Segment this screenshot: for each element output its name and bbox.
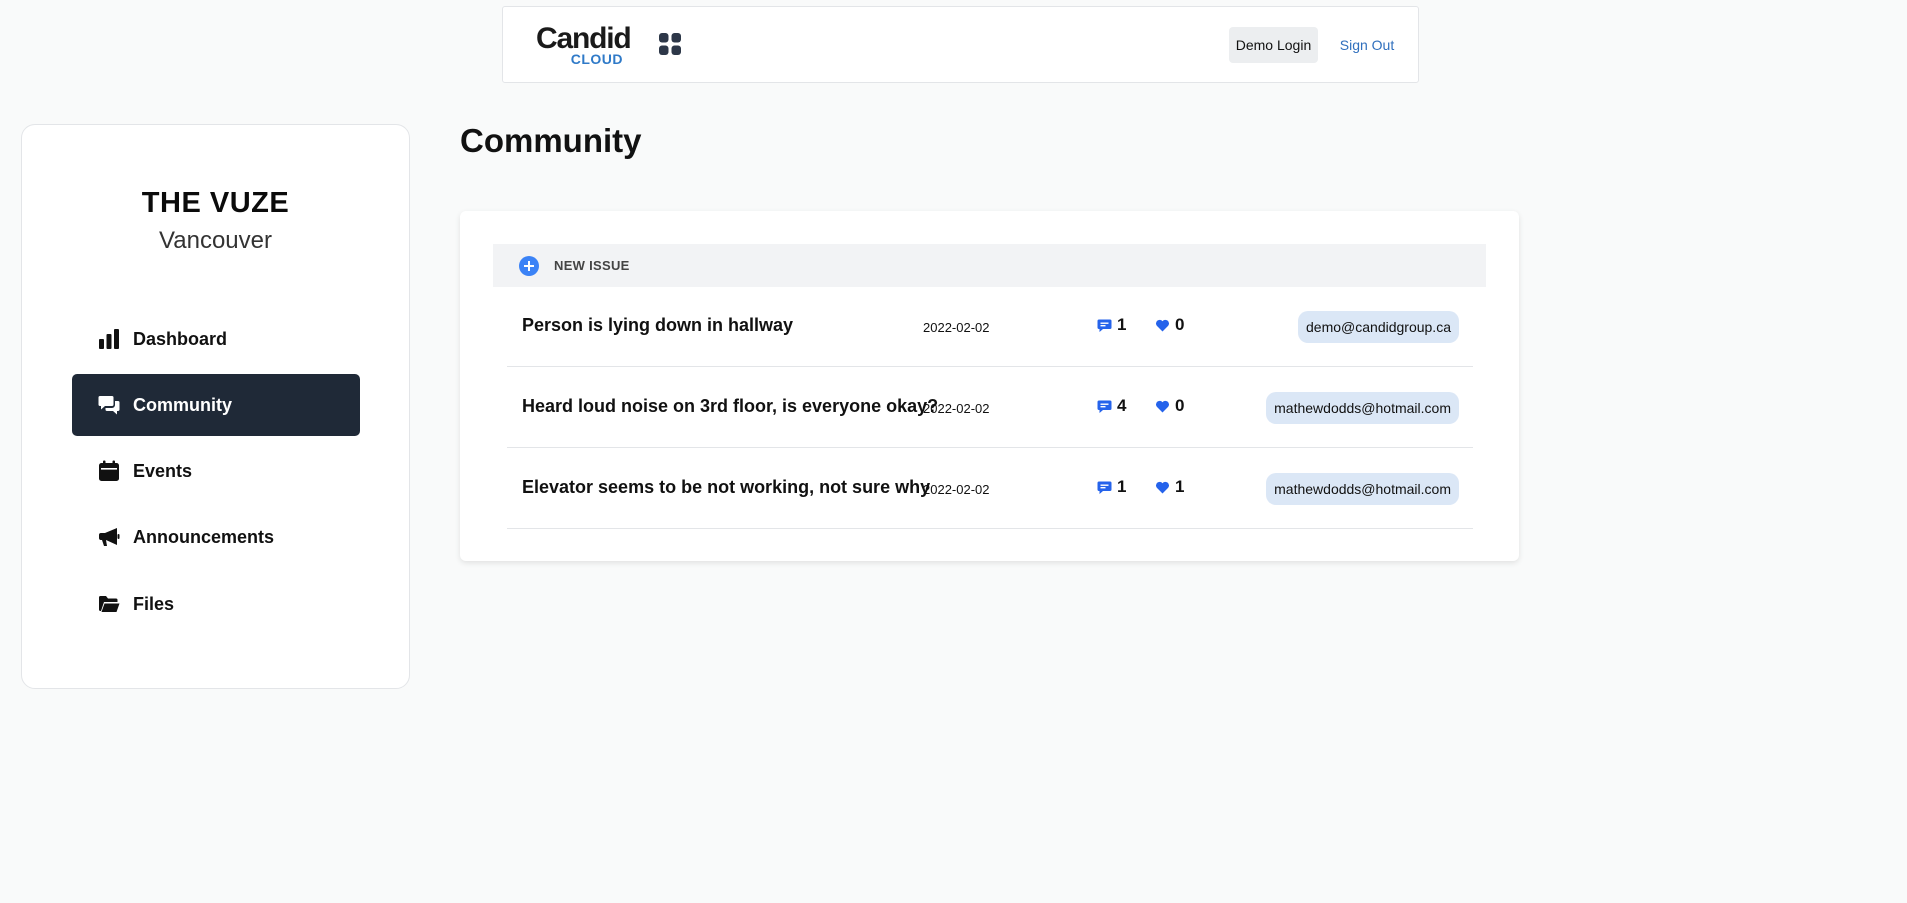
new-issue-label: NEW ISSUE xyxy=(554,258,630,273)
like-count-value: 0 xyxy=(1175,315,1185,334)
author-badge: demo@candidgroup.ca xyxy=(1298,311,1459,343)
comment-icon xyxy=(1097,400,1112,413)
comment-icon xyxy=(1097,319,1112,332)
folder-icon xyxy=(98,593,120,615)
issue-row[interactable]: Elevator seems to be not working, not su… xyxy=(507,449,1473,529)
issues-card: NEW ISSUE Person is lying down in hallwa… xyxy=(460,211,1519,561)
sidebar-item-files[interactable]: Files xyxy=(72,573,360,635)
page-title: Community xyxy=(460,122,642,159)
author-badge: mathewdodds@hotmail.com xyxy=(1266,473,1459,505)
sidebar-item-label: Events xyxy=(133,460,193,481)
comment-count-value: 4 xyxy=(1117,396,1127,415)
issue-row[interactable]: Heard loud noise on 3rd floor, is everyo… xyxy=(507,368,1473,448)
comment-count-value: 1 xyxy=(1117,477,1127,496)
issue-title[interactable]: Person is lying down in hallway xyxy=(522,315,793,336)
new-issue-button[interactable]: NEW ISSUE xyxy=(493,244,1486,287)
megaphone-icon xyxy=(98,526,120,548)
sidebar-item-community[interactable]: Community xyxy=(72,374,360,436)
logo-sub-text: CLOUD xyxy=(570,51,623,67)
top-bar: Candid CLOUD Demo Login Sign Out xyxy=(502,6,1419,83)
like-count: 0 xyxy=(1155,315,1184,335)
sidebar: THE VUZE Vancouver Dashboard Community E… xyxy=(21,124,410,689)
chat-bubbles-icon xyxy=(98,394,120,416)
plus-circle-icon xyxy=(519,255,539,276)
heart-icon xyxy=(1155,319,1170,331)
comment-count-value: 1 xyxy=(1117,315,1127,334)
heart-icon xyxy=(1155,481,1170,493)
sidebar-item-label: Files xyxy=(133,593,175,614)
sidebar-item-label: Announcements xyxy=(133,526,275,547)
issue-title[interactable]: Heard loud noise on 3rd floor, is everyo… xyxy=(522,396,938,417)
issue-title[interactable]: Elevator seems to be not working, not su… xyxy=(522,477,930,498)
issue-date: 2022-02-02 xyxy=(923,482,990,497)
sidebar-item-events[interactable]: Events xyxy=(72,440,360,502)
comment-count: 1 xyxy=(1097,477,1126,497)
sidebar-item-dashboard[interactable]: Dashboard xyxy=(72,308,360,370)
sign-out-link[interactable]: Sign Out xyxy=(1332,27,1402,63)
issue-row[interactable]: Person is lying down in hallway 2022-02-… xyxy=(507,287,1473,367)
building-name: THE VUZE xyxy=(141,187,290,219)
like-count-value: 1 xyxy=(1175,477,1185,496)
calendar-icon xyxy=(98,460,120,482)
grid-icon[interactable] xyxy=(659,33,681,55)
like-count-value: 0 xyxy=(1175,396,1185,415)
issue-date: 2022-02-02 xyxy=(923,401,990,416)
building-city: Vancouver xyxy=(159,227,272,254)
comment-icon xyxy=(1097,481,1112,494)
comment-count: 1 xyxy=(1097,315,1126,335)
sidebar-item-label: Community xyxy=(133,394,232,415)
like-count: 1 xyxy=(1155,477,1184,497)
sidebar-item-announcements[interactable]: Announcements xyxy=(72,506,360,568)
demo-login-button[interactable]: Demo Login xyxy=(1229,27,1318,63)
like-count: 0 xyxy=(1155,396,1184,416)
bar-chart-icon xyxy=(98,328,120,350)
author-badge: mathewdodds@hotmail.com xyxy=(1266,392,1459,424)
heart-icon xyxy=(1155,400,1170,412)
candid-cloud-logo[interactable]: Candid CLOUD xyxy=(536,23,632,67)
sidebar-item-label: Dashboard xyxy=(133,328,228,349)
comment-count: 4 xyxy=(1097,396,1126,416)
issue-date: 2022-02-02 xyxy=(923,320,990,335)
